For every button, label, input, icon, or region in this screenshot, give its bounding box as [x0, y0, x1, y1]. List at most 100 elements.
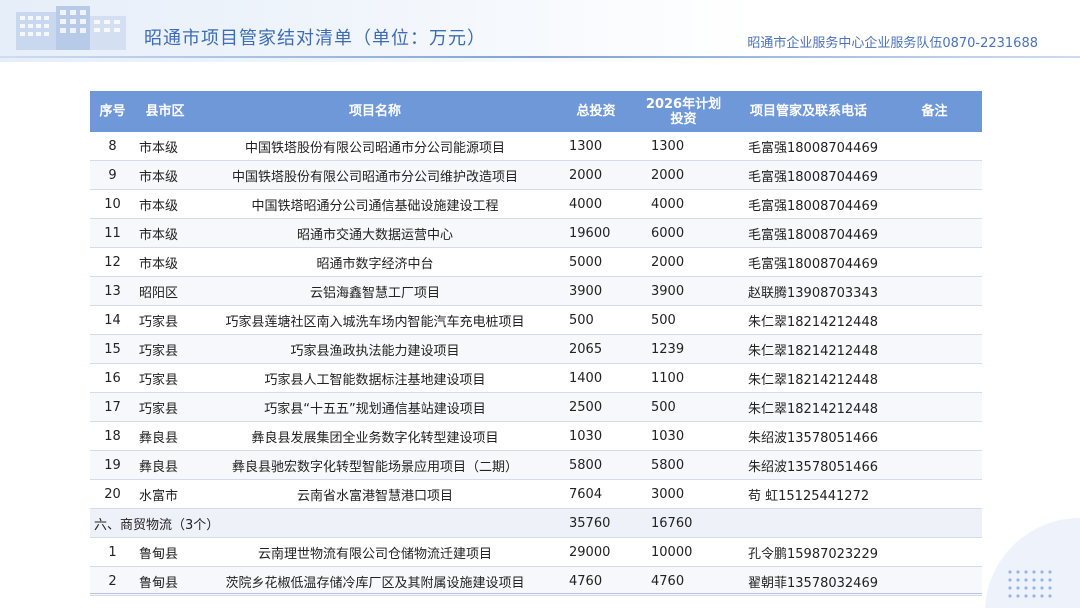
row-manager-cell: 毛富强18008704469 [730, 247, 887, 277]
column-header-invest: 总投资 [555, 91, 637, 132]
project-table: 序号 县市区 项目名称 总投资 2026年计划投资 项目管家及联系电话 备注 8… [90, 91, 982, 596]
row-district-cell: 市本级 [135, 132, 195, 161]
row-district-cell: 彝良县 [135, 450, 195, 480]
row-note-cell [887, 276, 982, 306]
table-bottom-border [90, 593, 982, 594]
row-plan-cell: 10000 [637, 537, 730, 567]
row-plan-cell: 500 [637, 305, 730, 335]
row-plan-cell: 4760 [637, 566, 730, 596]
row-note-cell [887, 334, 982, 364]
row-name-cell: 昭通市交通大数据运营中心 [195, 218, 555, 248]
table-header-row: 序号 县市区 项目名称 总投资 2026年计划投资 项目管家及联系电话 备注 [90, 91, 982, 132]
row-manager-cell: 朱仁翠18214212448 [730, 305, 887, 335]
row-note-cell [887, 218, 982, 248]
row-note-cell [887, 189, 982, 219]
row-invest-cell: 19600 [555, 218, 637, 248]
row-district-cell: 市本级 [135, 160, 195, 190]
table-row: 14 巧家县 巧家县莲塘社区南入城洗车场内智能汽车充电桩项目 500 500 朱仁翠182… [90, 305, 982, 335]
row-district-cell: 巧家县 [135, 334, 195, 364]
row-invest-cell: 5000 [555, 247, 637, 277]
building-logo-icon [16, 6, 126, 50]
row-district-cell: 彝良县 [135, 421, 195, 451]
table-row: 16 巧家县 巧家县人工智能数据标注基地建设项目 1400 1100 朱仁翠1821421… [90, 363, 982, 393]
row-name-cell: 中国铁塔昭通分公司通信基础设施建设工程 [195, 189, 555, 219]
row-plan-cell: 3000 [637, 479, 730, 509]
row-manager-cell: 孔令鹏15987023229 [730, 537, 887, 567]
row-invest-cell: 2000 [555, 160, 637, 190]
row-num-cell: 11 [90, 218, 135, 248]
table-row: 17 巧家县 巧家县“十五五”规划通信基站建设项目 2500 500 朱仁翠1821421… [90, 392, 982, 422]
row-note-cell [887, 247, 982, 277]
row-district-cell: 市本级 [135, 189, 195, 219]
org-contact-label: 昭通市企业服务中心企业服务队伍0870-2231688 [747, 36, 1038, 51]
row-name-cell: 巧家县“十五五”规划通信基站建设项目 [195, 392, 555, 422]
row-name-cell: 巧家县莲塘社区南入城洗车场内智能汽车充电桩项目 [195, 305, 555, 335]
row-note-cell [887, 305, 982, 335]
row-district-cell: 鲁甸县 [135, 566, 195, 596]
row-num-cell: 14 [90, 305, 135, 335]
row-plan-cell: 3900 [637, 276, 730, 306]
row-district-cell: 鲁甸县 [135, 537, 195, 567]
row-manager-cell: 赵联腾13908703343 [730, 276, 887, 306]
row-manager-cell: 朱仁翠18214212448 [730, 363, 887, 393]
column-header-district: 县市区 [135, 91, 195, 132]
row-name-cell: 云铝海鑫智慧工厂项目 [195, 276, 555, 306]
section-plan-cell: 16760 [637, 508, 730, 538]
row-name-cell: 中国铁塔股份有限公司昭通市分公司维护改造项目 [195, 160, 555, 190]
row-name-cell: 云南省水富港智慧港口项目 [195, 479, 555, 509]
section-invest-cell: 35760 [555, 508, 637, 538]
row-plan-cell: 1300 [637, 132, 730, 161]
row-invest-cell: 7604 [555, 479, 637, 509]
row-plan-cell: 1100 [637, 363, 730, 393]
table-row: 13 昭阳区 云铝海鑫智慧工厂项目 3900 3900 赵联腾13908703343 [90, 276, 982, 306]
row-manager-cell: 朱仁翠18214212448 [730, 392, 887, 422]
row-num-cell: 10 [90, 189, 135, 219]
row-plan-cell: 4000 [637, 189, 730, 219]
row-name-cell: 巧家县渔政执法能力建设项目 [195, 334, 555, 364]
row-invest-cell: 1030 [555, 421, 637, 451]
row-invest-cell: 4760 [555, 566, 637, 596]
row-district-cell: 水富市 [135, 479, 195, 509]
row-note-cell [887, 363, 982, 393]
row-num-cell: 19 [90, 450, 135, 480]
table-row: 8 市本级 中国铁塔股份有限公司昭通市分公司能源项目 1300 1300 毛富强18008… [90, 132, 982, 161]
row-invest-cell: 1300 [555, 132, 637, 161]
row-invest-cell: 2500 [555, 392, 637, 422]
row-manager-cell: 毛富强18008704469 [730, 132, 887, 161]
table-row: 18 彝良县 彝良县发展集团全业务数字化转型建设项目 1030 1030 朱绍波13578… [90, 421, 982, 451]
row-num-cell: 20 [90, 479, 135, 509]
row-district-cell: 巧家县 [135, 392, 195, 422]
row-name-cell: 昭通市数字经济中台 [195, 247, 555, 277]
table-row: 15 巧家县 巧家县渔政执法能力建设项目 2065 1239 朱仁翠18214212448 [90, 334, 982, 364]
row-invest-cell: 4000 [555, 189, 637, 219]
row-district-cell: 巧家县 [135, 305, 195, 335]
row-name-cell: 彝良县发展集团全业务数字化转型建设项目 [195, 421, 555, 451]
row-name-cell: 中国铁塔股份有限公司昭通市分公司能源项目 [195, 132, 555, 161]
table-row: 19 彝良县 彝良县驰宏数字化转型智能场景应用项目（二期） 5800 5800 朱绍波13… [90, 450, 982, 480]
row-num-cell: 1 [90, 537, 135, 567]
table-row: 10 市本级 中国铁塔昭通分公司通信基础设施建设工程 4000 4000 毛富强18008… [90, 189, 982, 219]
section-row: 六、商贸物流（3个） 35760 16760 [90, 508, 982, 538]
row-district-cell: 巧家县 [135, 363, 195, 393]
row-invest-cell: 2065 [555, 334, 637, 364]
row-invest-cell: 500 [555, 305, 637, 335]
row-num-cell: 13 [90, 276, 135, 306]
decorative-dots-icon [985, 517, 1080, 608]
row-district-cell: 市本级 [135, 247, 195, 277]
column-header-name: 项目名称 [195, 91, 555, 132]
row-note-cell [887, 421, 982, 451]
row-plan-cell: 2000 [637, 160, 730, 190]
row-invest-cell: 5800 [555, 450, 637, 480]
column-header-manager: 项目管家及联系电话 [730, 91, 887, 132]
row-plan-cell: 500 [637, 392, 730, 422]
row-plan-cell: 1239 [637, 334, 730, 364]
row-num-cell: 15 [90, 334, 135, 364]
table-row: 20 水富市 云南省水富港智慧港口项目 7604 3000 苟 虹15125441272 [90, 479, 982, 509]
column-header-num: 序号 [90, 91, 135, 132]
row-name-cell: 巧家县人工智能数据标注基地建设项目 [195, 363, 555, 393]
row-note-cell [887, 450, 982, 480]
row-manager-cell: 毛富强18008704469 [730, 160, 887, 190]
table-row: 12 市本级 昭通市数字经济中台 5000 2000 毛富强18008704469 [90, 247, 982, 277]
row-manager-cell: 毛富强18008704469 [730, 218, 887, 248]
table-row: 9 市本级 中国铁塔股份有限公司昭通市分公司维护改造项目 2000 2000 毛富强180… [90, 160, 982, 190]
